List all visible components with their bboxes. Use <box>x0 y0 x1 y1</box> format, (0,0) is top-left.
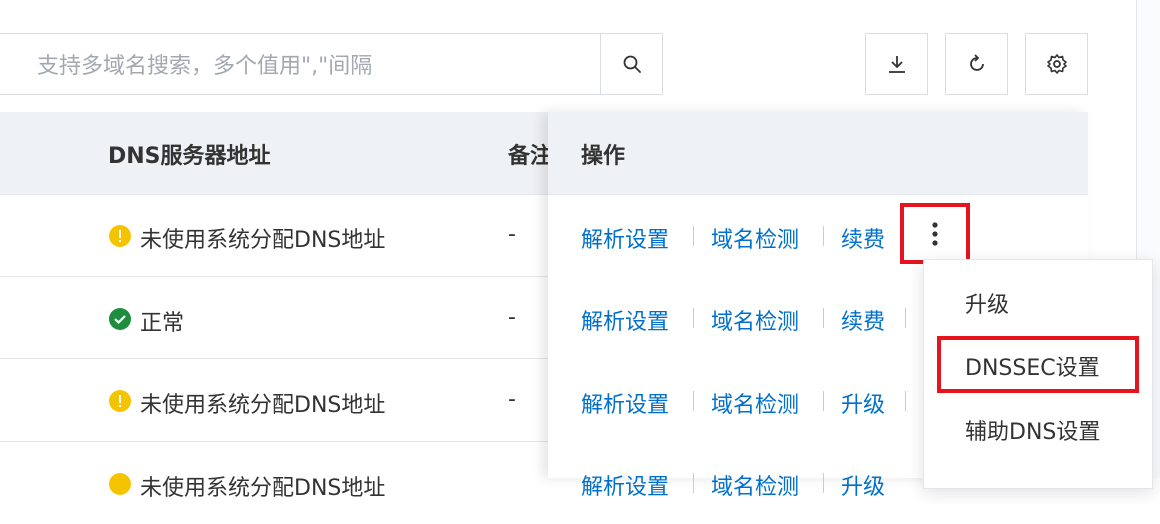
separator <box>823 308 824 328</box>
dns-settings-link[interactable]: 解析设置 <box>581 469 669 501</box>
remark-value: - <box>508 222 516 247</box>
remark-value: - <box>508 305 516 330</box>
warning-icon <box>109 473 131 495</box>
renew-link[interactable]: 续费 <box>841 304 885 336</box>
settings-button[interactable] <box>1025 33 1088 95</box>
warning-icon <box>109 225 131 247</box>
separator <box>823 226 824 246</box>
separator <box>905 308 906 328</box>
separator <box>693 308 694 328</box>
column-header-ops: 操作 <box>581 144 626 169</box>
warning-icon <box>109 390 131 412</box>
search-placeholder: 支持多域名搜索，多个值用","间隔 <box>37 54 373 79</box>
more-vertical-icon <box>932 221 938 246</box>
search-input[interactable]: 支持多域名搜索，多个值用","间隔 <box>0 33 600 95</box>
domain-check-link[interactable]: 域名检测 <box>711 469 799 501</box>
separator <box>823 473 824 493</box>
domain-check-link[interactable]: 域名检测 <box>711 387 799 419</box>
search-button[interactable] <box>600 33 663 95</box>
download-icon <box>888 56 905 73</box>
dns-status-text: 未使用系统分配DNS地址 <box>140 476 386 501</box>
dns-status-text: 未使用系统分配DNS地址 <box>140 393 386 418</box>
search-icon <box>623 55 641 73</box>
operations-header: 操作 <box>548 112 1088 195</box>
column-header-remark: 备注 <box>508 144 553 169</box>
separator <box>693 473 694 493</box>
column-header-dns: DNS服务器地址 <box>108 144 271 169</box>
domain-check-link[interactable]: 域名检测 <box>711 222 799 254</box>
refresh-button[interactable] <box>945 33 1008 95</box>
separator <box>823 391 824 411</box>
check-icon <box>109 308 131 330</box>
dns-settings-link[interactable]: 解析设置 <box>581 387 669 419</box>
table-row: 正常 - <box>0 277 548 359</box>
domain-check-link[interactable]: 域名检测 <box>711 304 799 336</box>
dns-settings-link[interactable]: 解析设置 <box>581 222 669 254</box>
separator <box>693 226 694 246</box>
remark-value: - <box>508 387 516 412</box>
more-actions-button[interactable] <box>900 203 970 264</box>
refresh-icon <box>969 54 984 71</box>
menu-item-secondary-dns[interactable]: 辅助DNS设置 <box>965 414 1100 446</box>
dns-status-text: 未使用系统分配DNS地址 <box>140 228 386 253</box>
dnssec-highlight <box>937 336 1139 393</box>
gear-icon <box>1046 54 1067 74</box>
dns-settings-link[interactable]: 解析设置 <box>581 304 669 336</box>
upgrade-link[interactable]: 升级 <box>841 469 885 501</box>
menu-item-upgrade[interactable]: 升级 <box>965 287 1009 319</box>
separator <box>693 391 694 411</box>
renew-link[interactable]: 续费 <box>841 222 885 254</box>
table-row: 未使用系统分配DNS地址 - <box>0 194 548 276</box>
dns-status-text: 正常 <box>140 311 185 336</box>
download-button[interactable] <box>865 33 928 95</box>
table-row: 未使用系统分配DNS地址 <box>0 442 548 524</box>
table-row: 未使用系统分配DNS地址 - <box>0 359 548 441</box>
upgrade-link[interactable]: 升级 <box>841 387 885 419</box>
separator <box>905 391 906 411</box>
